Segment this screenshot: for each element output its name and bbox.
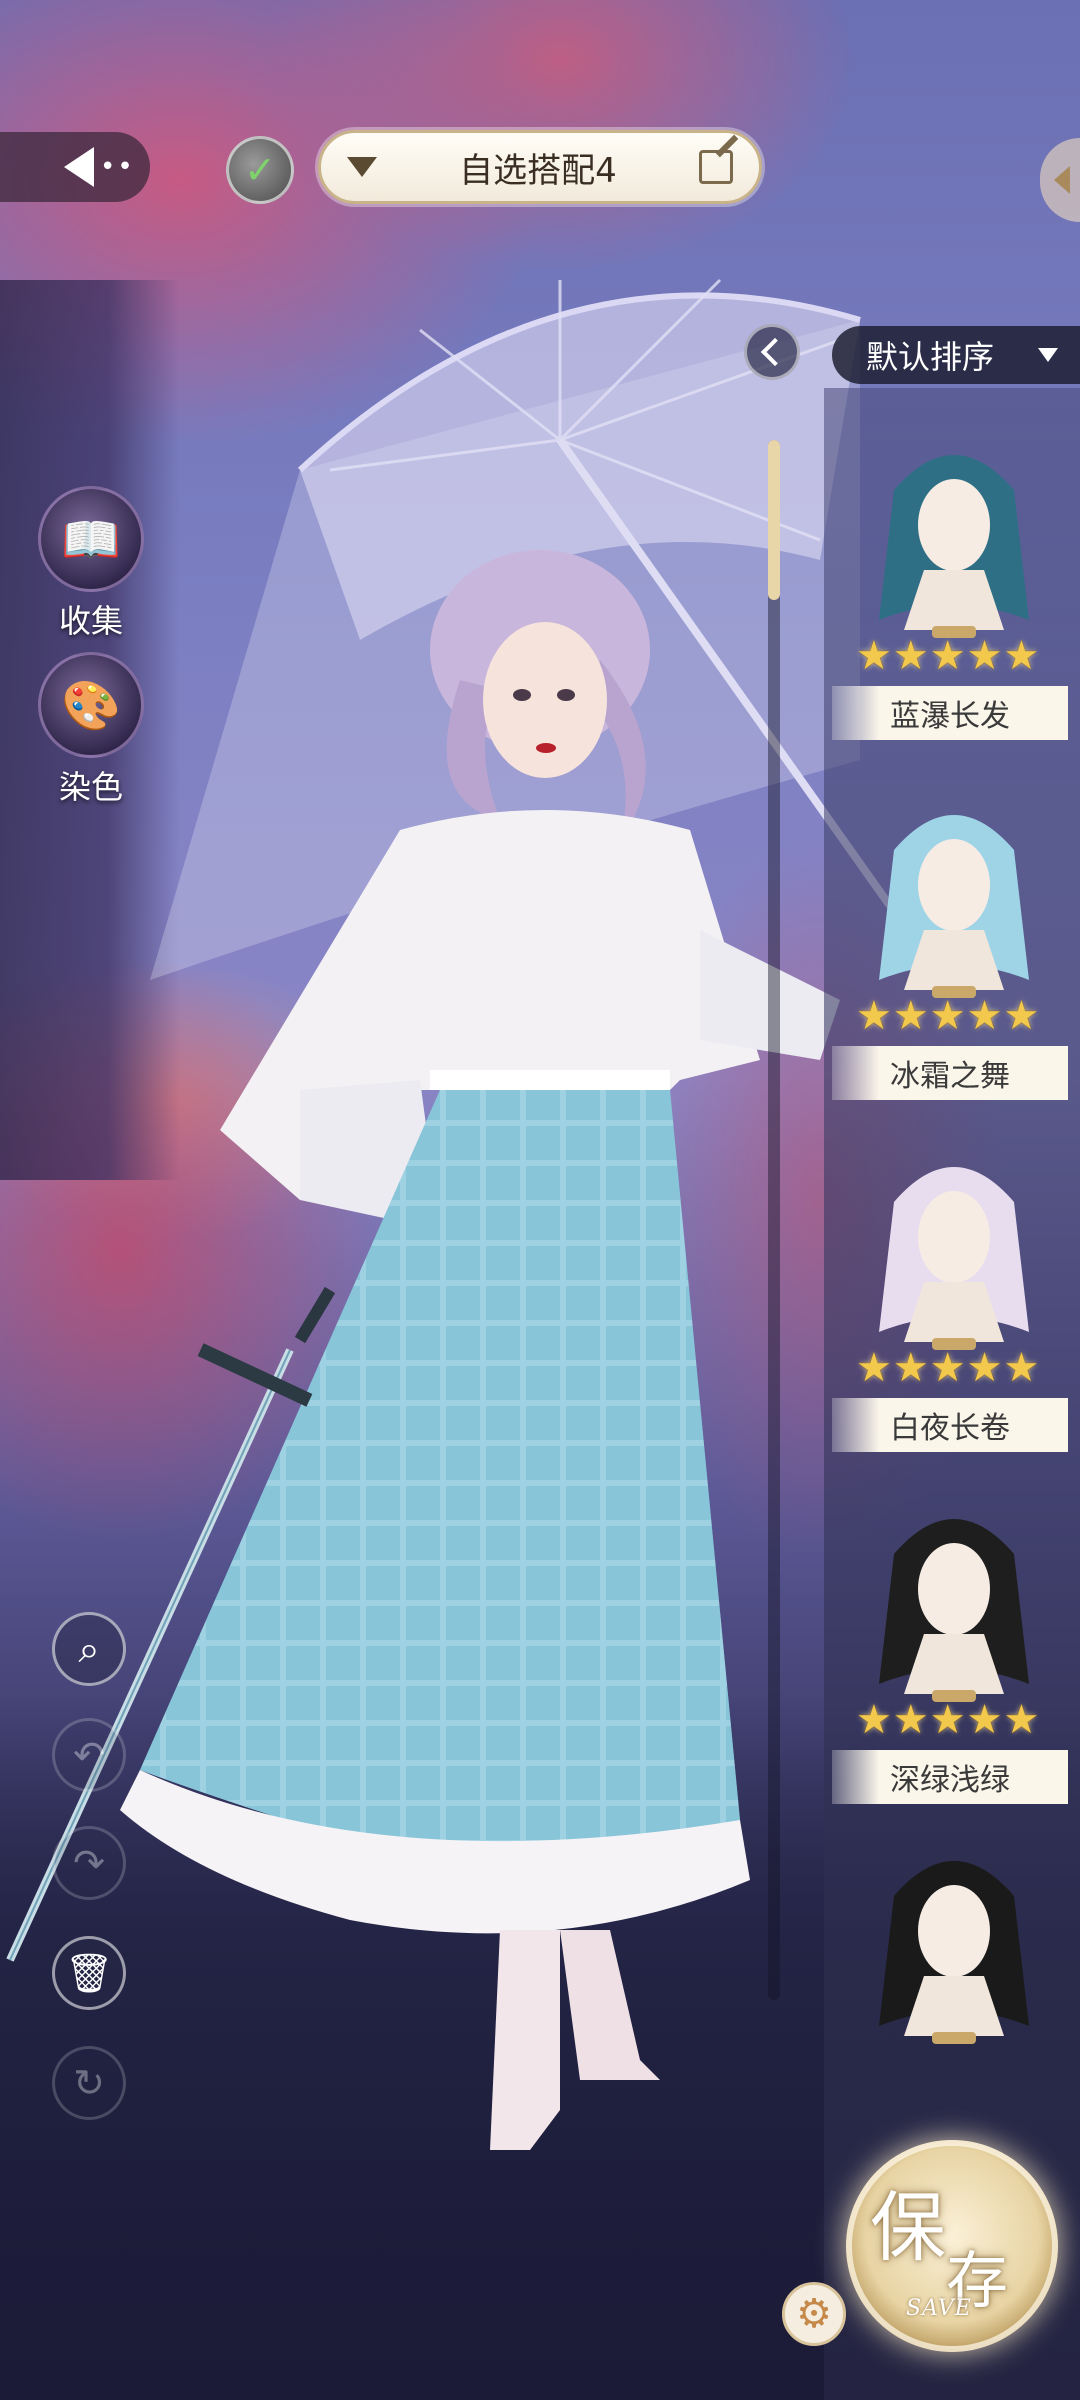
- hair-item[interactable]: ★ ★ ★ ★ ★ 白夜长卷: [824, 1142, 1080, 1472]
- rarity-stars: ★ ★ ★ ★ ★: [856, 1700, 1076, 1740]
- chevron-down-icon: [1038, 348, 1058, 362]
- hair-item[interactable]: [824, 1836, 1080, 2166]
- star-icon: ★: [1003, 993, 1040, 1039]
- save-char-1: 保: [870, 2183, 946, 2272]
- hair-thumbnail: [879, 815, 1029, 998]
- hair-item-name: 白夜长卷: [832, 1398, 1068, 1452]
- more-dots-icon: ••: [100, 152, 135, 182]
- reset-circle-icon: ↻: [73, 2061, 105, 2105]
- save-button[interactable]: 保 存 SAVE: [846, 2140, 1058, 2352]
- hair-item-name: 蓝瀑长发: [832, 686, 1068, 740]
- undo-button[interactable]: ↶: [52, 1718, 126, 1792]
- hair-thumbnail: [879, 1519, 1029, 1702]
- star-icon: ★: [966, 633, 1003, 679]
- collect-label: 收集: [58, 602, 123, 640]
- star-icon: ★: [856, 1697, 892, 1743]
- star-icon: ★: [856, 1345, 892, 1391]
- hair-item[interactable]: ★ ★ ★ ★ ★ 蓝瀑长发: [824, 430, 1080, 760]
- magnifier-icon: ⌕: [78, 1626, 100, 1671]
- reset-button[interactable]: ↻: [52, 2046, 126, 2120]
- star-icon: ★: [1003, 633, 1040, 679]
- hair-item-name: 冰霜之舞: [832, 1046, 1068, 1100]
- confirm-check-button[interactable]: ✓: [226, 136, 294, 204]
- palette-icon: 🎨: [38, 652, 144, 758]
- star-icon: ★: [929, 633, 966, 679]
- collect-button[interactable]: 📖 收集: [36, 486, 146, 642]
- book-icon: 📖: [38, 486, 144, 592]
- hair-item[interactable]: ★ ★ ★ ★ ★ 冰霜之舞: [824, 790, 1080, 1120]
- save-en-label: SAVE: [906, 2296, 972, 2321]
- hair-item-name: 深绿浅绿: [832, 1750, 1068, 1804]
- gear-icon: ⚙: [796, 2291, 832, 2337]
- rarity-stars: ★ ★ ★ ★ ★: [856, 996, 1076, 1036]
- scrollbar-thumb[interactable]: [768, 440, 780, 600]
- star-icon: ★: [892, 993, 929, 1039]
- star-icon: ★: [1003, 1697, 1040, 1743]
- trash-icon: 🗑: [64, 1950, 114, 1995]
- star-icon: ★: [856, 633, 892, 679]
- redo-arrow-icon: ↷: [73, 1841, 105, 1885]
- rarity-stars: ★ ★ ★ ★ ★: [856, 1348, 1076, 1388]
- star-icon: ★: [929, 1697, 966, 1743]
- star-icon: ★: [1003, 1345, 1040, 1391]
- star-icon: ★: [966, 1345, 1003, 1391]
- hair-item[interactable]: ★ ★ ★ ★ ★ 深绿浅绿: [824, 1494, 1080, 1824]
- star-icon: ★: [892, 633, 929, 679]
- star-icon: ★: [929, 993, 966, 1039]
- sort-label: 默认排序: [866, 338, 995, 376]
- chevron-left-icon: [760, 337, 790, 367]
- sort-dropdown[interactable]: 默认排序: [832, 326, 1080, 384]
- star-icon: ★: [966, 1697, 1003, 1743]
- hair-thumbnail: [879, 455, 1029, 638]
- settings-button[interactable]: ⚙: [782, 2282, 846, 2346]
- star-icon: ★: [929, 1345, 966, 1391]
- collapse-panel-button[interactable]: [744, 324, 800, 380]
- star-icon: ★: [892, 1697, 929, 1743]
- back-arrow-icon: [64, 147, 94, 187]
- dye-label: 染色: [58, 768, 123, 806]
- dropdown-triangle-icon[interactable]: [347, 157, 377, 177]
- outfit-selector[interactable]: 自选搭配4: [318, 130, 762, 204]
- checkmark-icon: ✓: [244, 148, 276, 192]
- redo-button[interactable]: ↷: [52, 1826, 126, 1900]
- zoom-button[interactable]: ⌕: [52, 1612, 126, 1686]
- rarity-stars: ★ ★ ★ ★ ★: [856, 636, 1076, 676]
- star-icon: ★: [856, 993, 892, 1039]
- star-icon: ★: [892, 1345, 929, 1391]
- undo-arrow-icon: ↶: [73, 1733, 105, 1777]
- back-button[interactable]: ••: [0, 132, 150, 202]
- star-icon: ★: [966, 993, 1003, 1039]
- scrollbar-track[interactable]: [768, 440, 780, 2000]
- edit-pencil-icon[interactable]: [699, 150, 733, 184]
- dye-button[interactable]: 🎨 染色: [36, 652, 146, 808]
- hair-thumbnail: [879, 1167, 1029, 1350]
- delete-button[interactable]: 🗑: [52, 1936, 126, 2010]
- hair-thumbnail: [879, 1861, 1029, 2044]
- outfit-name: 自选搭配4: [459, 150, 617, 191]
